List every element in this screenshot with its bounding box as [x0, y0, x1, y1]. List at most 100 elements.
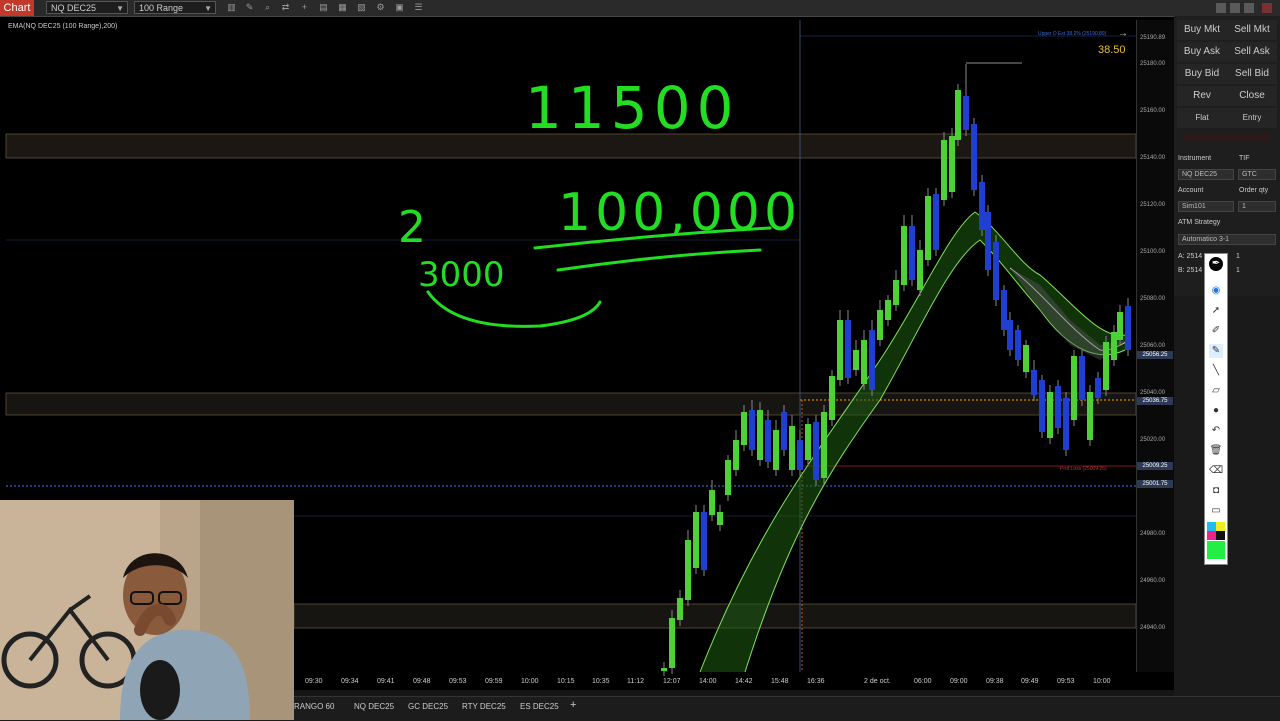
color-swatch-magenta[interactable] — [1207, 531, 1216, 540]
color-swatch-green-selected[interactable] — [1207, 541, 1225, 559]
time-tick: 2 de oct. — [864, 678, 891, 685]
price-marker: 25009.25 — [1137, 462, 1173, 470]
color-swatch-yellow[interactable] — [1216, 522, 1225, 531]
price-marker: 25001.75 — [1137, 480, 1173, 488]
data-box-icon[interactable]: ▣ — [394, 2, 405, 13]
atm-strategy-label: ATM Strategy — [1178, 219, 1221, 226]
price-tick: 25080.00 — [1140, 296, 1166, 302]
strategies-icon[interactable]: ▦ — [337, 2, 348, 13]
color-swatch-cyan[interactable] — [1207, 522, 1216, 531]
eye-icon[interactable]: ◉ — [1209, 284, 1223, 298]
draw-icon[interactable]: ✎ — [244, 2, 255, 13]
tab-rango-60[interactable]: RANGO 60 — [294, 702, 334, 711]
sell-bid-button[interactable]: Sell Bid — [1227, 64, 1277, 84]
tif-field[interactable]: GTC — [1238, 169, 1276, 180]
time-tick: 09:41 — [377, 678, 395, 685]
pointer-icon[interactable]: ➚ — [1209, 304, 1223, 318]
clipboard-icon[interactable]: ▭ — [1209, 504, 1223, 518]
tab-gc-dec25[interactable]: GC DEC25 — [408, 702, 448, 711]
time-tick: 11:12 — [627, 678, 644, 685]
add-tab-button[interactable]: + — [570, 699, 576, 711]
price-tick: 25020.00 — [1140, 437, 1166, 443]
time-tick: 10:00 — [1093, 678, 1111, 685]
time-tick: 06:00 — [914, 678, 932, 685]
buy-bid-button[interactable]: Buy Bid — [1177, 64, 1227, 84]
entry-button[interactable]: Entry — [1227, 108, 1277, 128]
price-tick: 25190.89 — [1140, 35, 1166, 41]
tab-nq-dec25[interactable]: NQ DEC25 — [354, 702, 394, 711]
dot-icon[interactable]: ● — [1209, 404, 1223, 418]
maximize-button[interactable] — [1244, 3, 1254, 13]
bars-icon[interactable]: ▥ — [226, 2, 237, 13]
highlighter-icon[interactable]: ✎ — [1209, 344, 1223, 358]
time-tick: 09:48 — [413, 678, 431, 685]
tab-es-dec25[interactable]: ES DEC25 — [520, 702, 559, 711]
close-position-button[interactable]: Close — [1227, 86, 1277, 106]
time-tick: 14:00 — [699, 678, 717, 685]
buy-market-button[interactable]: Buy Mkt — [1177, 20, 1227, 40]
atm-strategy-field[interactable]: Automatico 3-1 — [1178, 234, 1276, 245]
close-window-button[interactable] — [1262, 3, 1272, 13]
time-tick: 09:34 — [341, 678, 359, 685]
order-qty-field[interactable]: 1 — [1238, 201, 1276, 212]
instrument-field[interactable]: NQ DEC25 — [1178, 169, 1234, 180]
buy-ask-button[interactable]: Buy Ask — [1177, 42, 1227, 62]
bid-qty-label: 1 — [1236, 267, 1240, 274]
undo-icon[interactable]: ↶ — [1209, 424, 1223, 438]
marker-icon[interactable]: ✐ — [1209, 324, 1223, 338]
chevron-down-icon: ▼ — [116, 4, 124, 13]
drawing-toolbar: ✒ ◉ ➚ ✐ ✎ ╲ ▱ ● ↶ 🗑 ⌫ ◘ ▭ — [1204, 253, 1228, 565]
properties-icon[interactable]: ⚙ — [375, 2, 386, 13]
arrow-right-icon: → — [1118, 28, 1128, 39]
tab-rty-dec25[interactable]: RTY DEC25 — [462, 702, 506, 711]
sell-market-button[interactable]: Sell Mkt — [1227, 20, 1277, 40]
pnl-indicator — [1184, 133, 1270, 141]
restore-button[interactable] — [1230, 3, 1240, 13]
time-tick: 10:00 — [521, 678, 539, 685]
price-tick: 25060.00 — [1140, 343, 1166, 349]
indicators-icon[interactable]: ▤ — [318, 2, 329, 13]
flat-button[interactable]: Flat — [1177, 108, 1227, 128]
bar-type-select-value: 100 Range — [139, 3, 184, 13]
crosshair-icon[interactable]: + — [299, 2, 310, 13]
line-icon[interactable]: ╲ — [1209, 364, 1223, 378]
instrument-select[interactable]: NQ DEC25 ▼ — [46, 1, 128, 14]
minimize-button[interactable] — [1216, 3, 1226, 13]
bid-price-label: B: 2514 — [1178, 267, 1203, 274]
zoom-icon[interactable]: ⌕ — [262, 2, 273, 13]
time-tick: 09:59 — [485, 678, 503, 685]
time-tick: 09:00 — [950, 678, 968, 685]
color-swatch-black[interactable] — [1216, 531, 1225, 540]
time-tick: 10:35 — [592, 678, 610, 685]
pan-icon[interactable]: ⇄ — [280, 2, 291, 13]
time-tick: 09:49 — [1021, 678, 1039, 685]
webcam-overlay — [0, 500, 294, 720]
time-tick: 10:15 — [557, 678, 575, 685]
chart-tab[interactable]: Chart — [0, 0, 34, 16]
ask-qty-label: 1 — [1236, 253, 1240, 260]
current-value-label: 38.50 — [1098, 44, 1126, 56]
clear-icon[interactable]: ⌫ — [1209, 464, 1223, 478]
templates-icon[interactable]: ▧ — [356, 2, 367, 13]
reverse-button[interactable]: Rev — [1177, 86, 1227, 106]
time-tick: 16:36 — [807, 678, 825, 685]
camera-icon[interactable]: ◘ — [1209, 484, 1223, 498]
tif-label: TIF — [1239, 155, 1250, 162]
price-tick: 25180.00 — [1140, 61, 1166, 67]
more-icon[interactable]: ☰ — [413, 2, 424, 13]
time-tick: 09:53 — [449, 678, 467, 685]
pen-icon[interactable]: ✒ — [1209, 257, 1223, 271]
price-tick: 24980.00 — [1140, 531, 1166, 537]
webcam-image — [0, 500, 294, 720]
price-tick: 25100.00 — [1140, 249, 1166, 255]
indicator-label: EMA(NQ DEC25 (100 Range),200) — [8, 23, 118, 30]
account-field[interactable]: Sim101 — [1178, 201, 1234, 212]
account-label: Account — [1178, 187, 1204, 194]
price-tick: 25040.00 — [1140, 390, 1166, 396]
chevron-down-icon: ▼ — [204, 4, 212, 13]
sell-ask-button[interactable]: Sell Ask — [1227, 42, 1277, 62]
bar-type-select[interactable]: 100 Range ▼ — [134, 1, 216, 14]
eraser-icon[interactable]: ▱ — [1209, 384, 1223, 398]
trash-icon[interactable]: 🗑 — [1209, 444, 1223, 458]
time-tick: 15:48 — [771, 678, 789, 685]
